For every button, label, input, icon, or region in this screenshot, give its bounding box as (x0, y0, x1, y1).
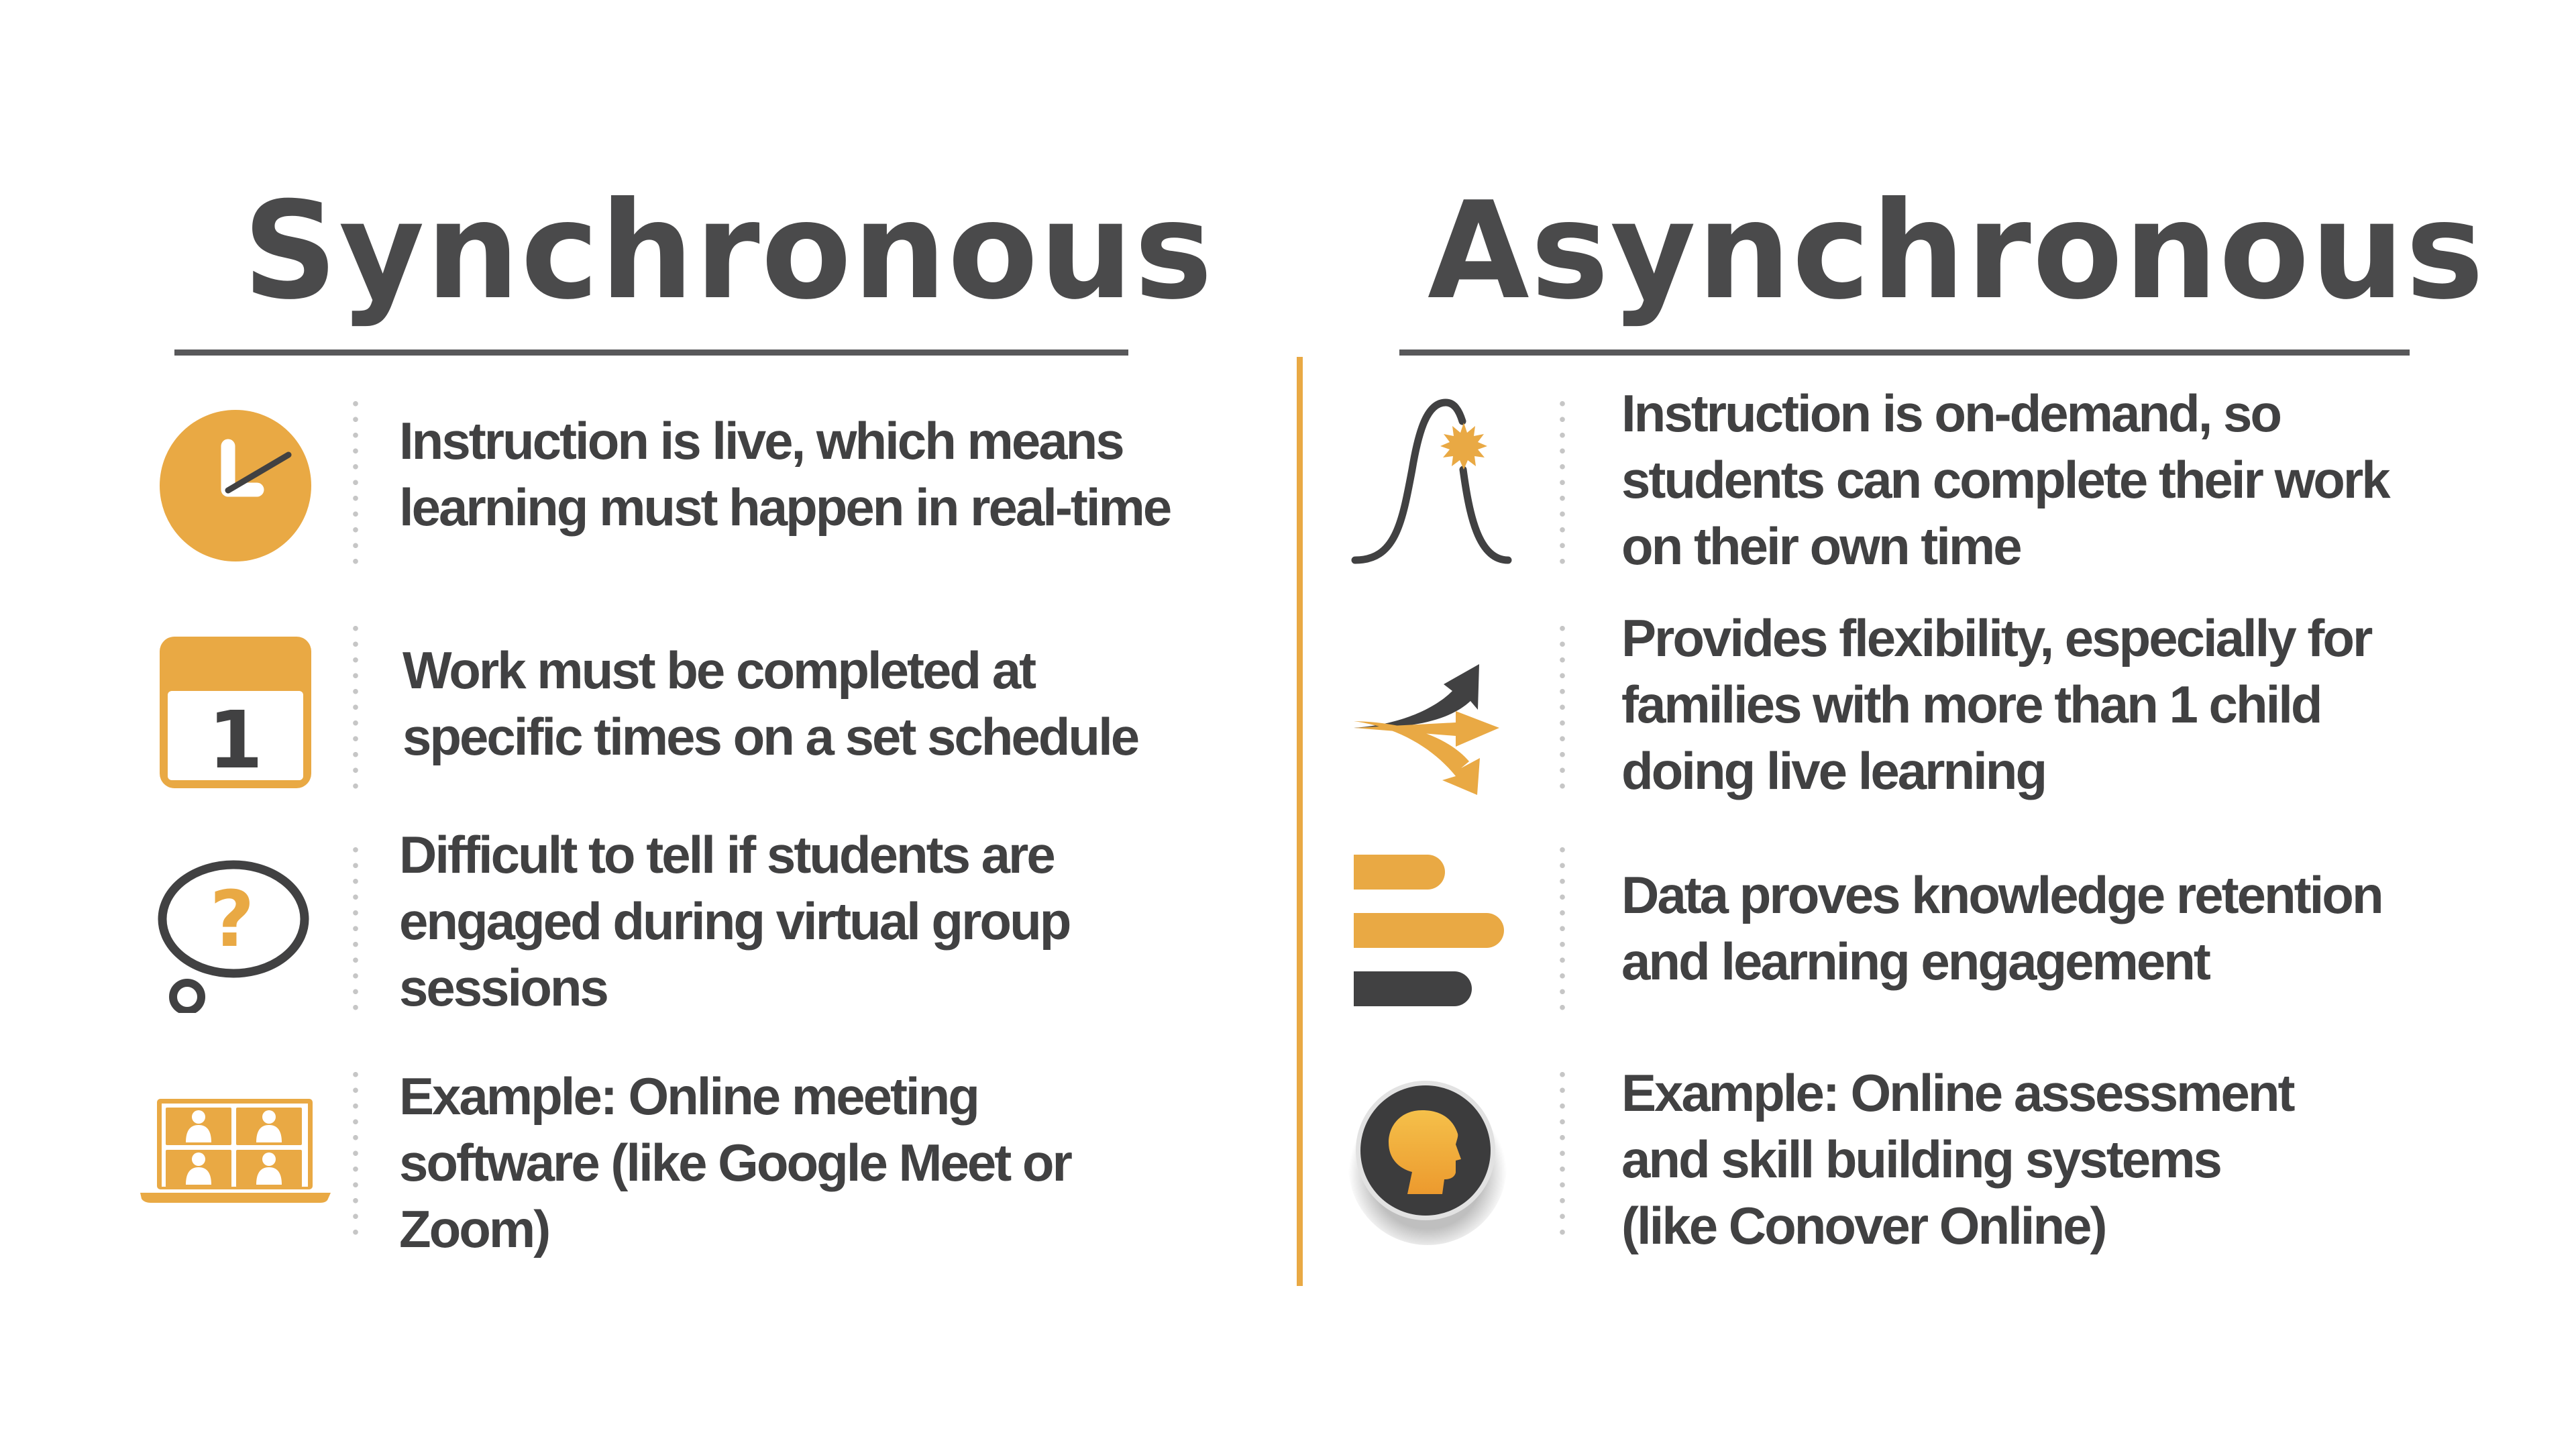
synchronous-item-4: Example: Online meeting software (like G… (0, 1067, 1275, 1258)
bell-curve-burst-icon (1351, 398, 1512, 564)
item-text: Instruction is live, which means learnin… (399, 408, 1172, 541)
dotted-separator (1560, 396, 1565, 574)
synchronous-item-1: Instruction is live, which means learnin… (0, 396, 1275, 577)
dotted-separator (1560, 1067, 1565, 1244)
item-text-line: Data proves knowledge retention (1621, 865, 2384, 924)
asynchronous-item-4: Example: Online assessment and skill bui… (1308, 1063, 2576, 1255)
synchronous-item-3: ? Difficult to tell if students are enga… (0, 825, 1275, 1023)
synchronous-heading-underline (174, 350, 1128, 356)
calendar-day-number: 1 (208, 694, 263, 786)
item-text-line: Work must be completed at (402, 641, 1036, 700)
bar-data-icon (1354, 855, 1504, 1006)
item-text-line: Example: Online assessment (1621, 1063, 2295, 1122)
dotted-separator (353, 396, 358, 574)
asynchronous-heading-underline (1399, 350, 2410, 356)
dotted-separator (1560, 842, 1565, 1020)
dotted-separator (353, 842, 358, 1020)
thought-bubble-question-icon: ? (158, 860, 309, 1013)
dotted-separator (1560, 621, 1565, 798)
item-text-line: Example: Online meeting (399, 1067, 980, 1126)
item-text-line: learning must happen in real-time (399, 478, 1172, 537)
item-text-line: specific times on a set schedule (402, 707, 1140, 766)
column-divider (1297, 357, 1303, 1286)
item-text-line: Provides flexibility, especially for (1621, 608, 2373, 667)
asynchronous-item-1: Instruction is on-demand, so students ca… (1308, 384, 2576, 577)
item-text: Provides flexibility, especially for fam… (1621, 605, 2373, 804)
synchronous-item-2: 1 Work must be completed at specific tim… (0, 621, 1275, 802)
dotted-separator (353, 1067, 358, 1244)
item-text: Work must be completed at specific times… (402, 637, 1140, 770)
item-text: Example: Online assessment and skill bui… (1621, 1060, 2295, 1259)
item-text-line: and skill building systems (1621, 1130, 2222, 1189)
item-text-line: Instruction is on-demand, so (1621, 384, 2282, 443)
item-text-line: engaged during virtual group (399, 892, 1071, 951)
dotted-separator (353, 621, 358, 798)
item-text-line: Difficult to tell if students are (399, 825, 1056, 884)
asynchronous-item-2: Provides flexibility, especially for fam… (1308, 608, 2576, 802)
item-text-line: on their own time (1621, 517, 2023, 576)
item-text-line: software (like Google Meet or (399, 1133, 1073, 1192)
item-text-line: (like Conover Online) (1621, 1196, 2107, 1255)
item-text-line: sessions (399, 958, 609, 1017)
item-text-line: families with more than 1 child (1621, 675, 2323, 734)
item-text-line: and learning engagement (1621, 932, 2211, 991)
calendar-icon: 1 (160, 637, 311, 788)
question-mark: ? (210, 875, 255, 965)
item-text: Instruction is on-demand, so students ca… (1621, 380, 2391, 580)
item-text: Example: Online meeting software (like G… (399, 1063, 1073, 1263)
clock-icon (160, 410, 311, 561)
head-profile-badge-icon (1348, 1081, 1507, 1245)
asynchronous-heading: Asynchronous (1428, 173, 2485, 329)
video-conference-laptop-icon (140, 1099, 331, 1203)
synchronous-heading: Synchronous (243, 173, 1214, 329)
asynchronous-item-3: Data proves knowledge retention and lear… (1308, 842, 2576, 1023)
item-text: Data proves knowledge retention and lear… (1621, 862, 2384, 995)
item-text-line: students can complete their work (1621, 450, 2391, 509)
item-text-line: Instruction is live, which means (399, 411, 1125, 470)
item-text-line: Zoom) (399, 1199, 551, 1258)
diverging-arrows-icon (1354, 664, 1499, 795)
item-text: Difficult to tell if students are engage… (399, 822, 1071, 1021)
item-text-line: doing live learning (1621, 741, 2047, 800)
